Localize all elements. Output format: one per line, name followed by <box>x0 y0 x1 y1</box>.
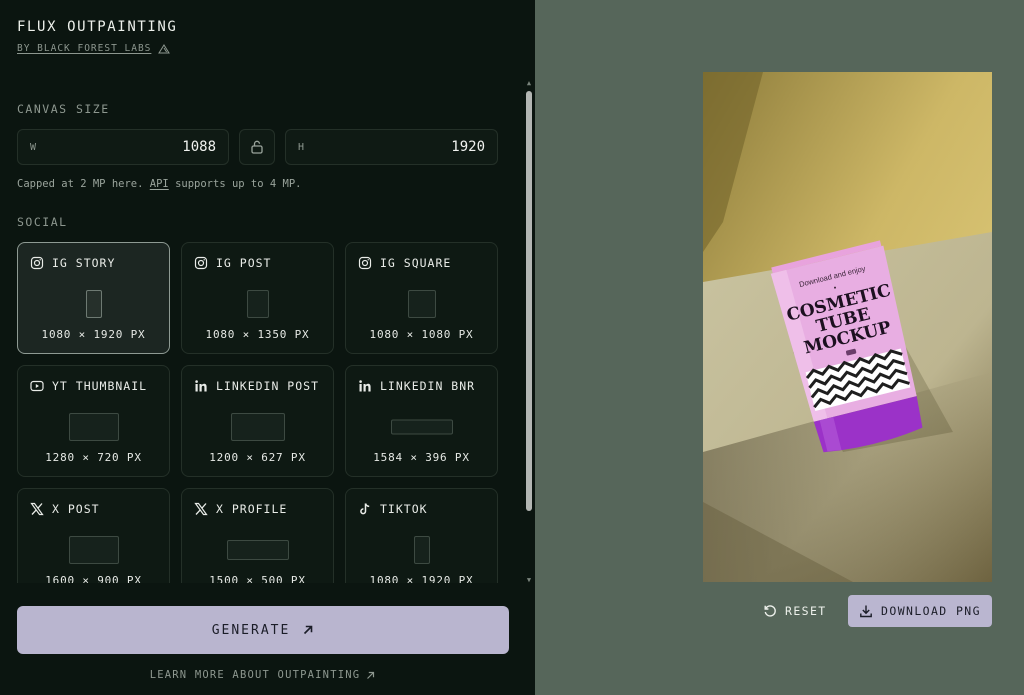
download-png-button[interactable]: DOWNLOAD PNG <box>848 595 992 627</box>
canvas-size-label: CANVAS SIZE <box>17 102 110 116</box>
preset-x-post[interactable]: X POST 1600 × 900 PX <box>17 488 170 583</box>
aspect-ratio-preview <box>226 540 289 560</box>
arrow-up-right-icon <box>304 625 313 635</box>
reset-icon <box>764 605 776 617</box>
preset-tiktok[interactable]: TIKTOK 1080 × 1920 PX <box>345 488 498 583</box>
preset-ig-story[interactable]: IG STORY 1080 × 1920 PX <box>17 242 170 354</box>
learn-more-link[interactable]: LEARN MORE ABOUT OUTPAINTING <box>0 669 525 681</box>
preset-size: 1584 × 396 PX <box>373 451 470 464</box>
generate-label: GENERATE <box>211 622 291 638</box>
bfl-logo-icon <box>158 43 171 53</box>
width-input[interactable] <box>36 139 216 155</box>
generate-button[interactable]: GENERATE <box>17 606 509 654</box>
preset-yt-thumbnail[interactable]: YT THUMBNAIL 1280 × 720 PX <box>17 365 170 477</box>
aspect-ratio-preview <box>68 413 119 441</box>
aspect-ratio-preview <box>230 413 285 441</box>
preset-size: 1080 × 1080 PX <box>369 328 474 341</box>
youtube-icon <box>30 380 44 392</box>
note-prefix: Capped at 2 MP here. <box>17 178 144 190</box>
preset-name: LINKEDIN BNR <box>380 379 476 393</box>
unlock-icon <box>251 140 263 154</box>
preset-size: 1080 × 1920 PX <box>369 574 474 583</box>
preset-name: X PROFILE <box>216 502 288 516</box>
preset-linkedin-post[interactable]: LINKEDIN POST 1200 × 627 PX <box>181 365 334 477</box>
preview-image: Download and enjoy COSMETIC TUBE MOCKUP <box>703 72 992 582</box>
preset-ig-post[interactable]: IG POST 1080 × 1350 PX <box>181 242 334 354</box>
download-label: DOWNLOAD PNG <box>881 604 981 618</box>
note-suffix: supports up to 4 MP. <box>175 178 302 190</box>
width-field[interactable]: W <box>17 129 229 165</box>
preset-name: TIKTOK <box>380 502 428 516</box>
preset-x-profile[interactable]: X PROFILE 1500 × 500 PX <box>181 488 334 583</box>
x-icon <box>30 502 44 516</box>
cosmetic-tube-photo: Download and enjoy COSMETIC TUBE MOCKUP <box>703 72 992 582</box>
social-label: SOCIAL <box>17 215 68 229</box>
preset-name: IG POST <box>216 256 272 270</box>
app-title: FLUX OUTPAINTING <box>17 19 178 35</box>
tiktok-icon <box>360 503 370 515</box>
aspect-ratio-preview <box>413 536 430 564</box>
download-icon <box>860 605 872 618</box>
api-link[interactable]: API <box>150 178 169 190</box>
preset-scrollbar[interactable]: ▲ ▼ <box>524 79 534 584</box>
preset-size: 1080 × 1350 PX <box>205 328 310 341</box>
preset-name: IG SQUARE <box>380 256 452 270</box>
aspect-ratio-preview <box>390 419 453 435</box>
height-field[interactable]: H <box>285 129 498 165</box>
preset-size: 1280 × 720 PX <box>45 451 142 464</box>
preset-name: LINKEDIN POST <box>216 379 320 393</box>
scroll-up-arrow-icon[interactable]: ▲ <box>525 79 533 87</box>
preset-size: 1080 × 1920 PX <box>41 328 146 341</box>
bfl-link[interactable]: BY BLACK FOREST LABS <box>17 43 151 54</box>
preset-linkedin-bnr[interactable]: LINKEDIN BNR 1584 × 396 PX <box>345 365 498 477</box>
height-input[interactable] <box>304 139 485 155</box>
x-icon <box>194 502 208 516</box>
arrow-up-right-icon <box>367 671 375 679</box>
linkedin-icon <box>359 380 371 392</box>
preset-name: X POST <box>52 502 100 516</box>
aspect-ratio-preview <box>246 290 269 318</box>
aspect-lock-button[interactable] <box>239 129 275 165</box>
aspect-ratio-preview <box>68 536 119 564</box>
learn-more-label: LEARN MORE ABOUT OUTPAINTING <box>149 669 361 681</box>
preset-grid-viewport: IG STORY 1080 × 1920 PX IG POST 1080 × 1… <box>17 242 499 583</box>
preset-size: 1500 × 500 PX <box>209 574 306 583</box>
instagram-icon <box>30 256 44 270</box>
scroll-down-arrow-icon[interactable]: ▼ <box>525 576 533 584</box>
preset-ig-square[interactable]: IG SQUARE 1080 × 1080 PX <box>345 242 498 354</box>
preset-grid: IG STORY 1080 × 1920 PX IG POST 1080 × 1… <box>17 242 499 583</box>
brand-subtitle: BY BLACK FOREST LABS <box>17 43 171 54</box>
preset-name: IG STORY <box>52 256 116 270</box>
size-note: Capped at 2 MP here. API supports up to … <box>17 178 302 190</box>
linkedin-icon <box>195 380 207 392</box>
aspect-ratio-preview <box>85 290 102 318</box>
instagram-icon <box>194 256 208 270</box>
instagram-icon <box>358 256 372 270</box>
sidebar: FLUX OUTPAINTING BY BLACK FOREST LABS CA… <box>0 0 535 695</box>
preset-size: 1600 × 900 PX <box>45 574 142 583</box>
scrollbar-thumb[interactable] <box>526 91 532 511</box>
preset-name: YT THUMBNAIL <box>52 379 148 393</box>
reset-label: RESET <box>785 604 827 618</box>
preset-size: 1200 × 627 PX <box>209 451 306 464</box>
aspect-ratio-preview <box>407 290 436 318</box>
reset-button[interactable]: RESET <box>763 599 827 623</box>
